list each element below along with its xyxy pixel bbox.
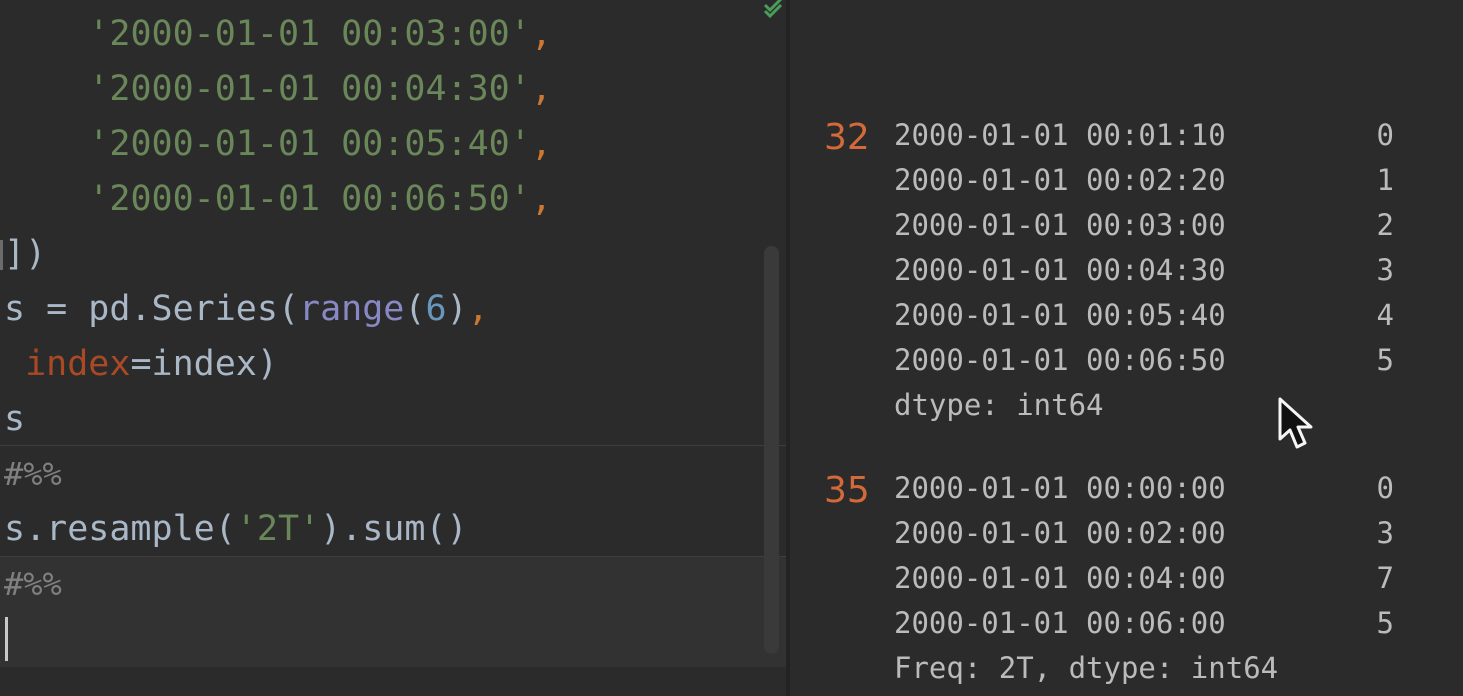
code-editor[interactable]: '2000-01-01 00:03:00', '2000-01-01 00:04… [0,0,786,696]
string-literal: '2000-01-01 00:06:50' [88,179,531,219]
output-row-timestamp: 2000-01-01 00:04:30 [894,253,1226,287]
builtin-range: range [299,289,405,329]
output-row-timestamp: 2000-01-01 00:00:00 [894,471,1226,505]
code-line-series: s = pd.Series(range(6), [4,289,489,329]
keyword-argument: index [25,344,131,384]
cell-marker: #%% [4,565,62,603]
number-literal: 6 [425,289,447,329]
output-row-timestamp: 2000-01-01 00:01:10 [894,118,1226,152]
output-row-value: 1 [1376,163,1394,197]
output-row-timestamp: 2000-01-01 00:02:20 [894,163,1226,197]
output-freq-footer: Freq: 2T, dtype: int64 [894,651,1279,685]
output-row-timestamp: 2000-01-01 00:05:40 [894,298,1226,332]
output-console: 32 2000-01-01 00:01:10 0 2000-01-01 00:0… [790,0,1463,696]
output-row-value: 2 [1376,208,1394,242]
code-line-string-1: '2000-01-01 00:03:00', [88,14,552,54]
output-row-timestamp: 2000-01-01 00:04:00 [894,561,1226,595]
output-row-value: 7 [1376,561,1394,595]
output-prompt-number: 32 [824,117,870,158]
string-literal: '2000-01-01 00:04:30' [88,69,531,109]
output-row-timestamp: 2000-01-01 00:06:00 [894,606,1226,640]
string-literal: '2T' [235,509,321,549]
code-line-index-kwarg: index=index) [25,344,278,384]
code-line-s: s [4,399,26,439]
cell-marker: #%% [4,455,62,493]
output-dtype-footer: dtype: int64 [894,388,1104,422]
code-line-resample: s.resample('2T').sum() [4,509,468,549]
output-row-timestamp: 2000-01-01 00:02:00 [894,516,1226,550]
check-icon [763,0,783,18]
text-caret [5,617,8,661]
code-line-string-2: '2000-01-01 00:04:30', [88,69,552,109]
output-row-value: 0 [1376,118,1394,152]
output-row-value: 5 [1376,343,1394,377]
string-literal: '2000-01-01 00:03:00' [88,14,531,54]
string-literal: '2000-01-01 00:05:40' [88,124,531,164]
output-row-timestamp: 2000-01-01 00:03:00 [894,208,1226,242]
editor-scrollbar[interactable] [764,246,779,654]
output-row-value: 0 [1376,471,1394,505]
output-row-value: 3 [1376,253,1394,287]
mouse-pointer-icon [1278,397,1313,449]
code-line-string-4: '2000-01-01 00:06:50', [88,179,552,219]
code-line-string-3: '2000-01-01 00:05:40', [88,124,552,164]
output-row-value: 5 [1376,606,1394,640]
output-prompt-number: 35 [824,470,870,511]
fold-marker[interactable] [0,240,3,270]
output-row-value: 4 [1376,298,1394,332]
output-row-timestamp: 2000-01-01 00:06:50 [894,343,1226,377]
code-line-close-bracket: ]) [4,234,47,274]
output-row-value: 3 [1376,516,1394,550]
cell-divider [0,445,786,446]
current-cell[interactable] [0,556,786,667]
